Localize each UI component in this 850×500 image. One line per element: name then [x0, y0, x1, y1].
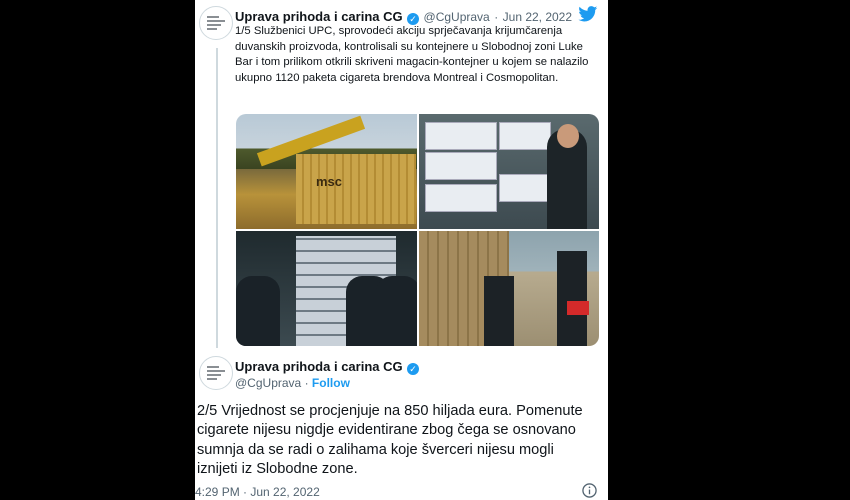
container-logo: msc: [316, 174, 343, 189]
tweet1-text: 1/5 Službenici UPC, sprovodeći akciju sp…: [235, 25, 589, 84]
follow-link[interactable]: Follow: [312, 376, 350, 390]
author-handle[interactable]: @CgUprava: [424, 10, 490, 24]
avatar[interactable]: [199, 6, 233, 40]
tweet2-subheader: @CgUprava · Follow: [235, 376, 350, 390]
agency-logo-icon: [207, 366, 225, 380]
separator: ·: [304, 376, 309, 390]
author-name[interactable]: Uprava prihoda i carina CG: [235, 359, 403, 374]
author-handle[interactable]: @CgUprava: [235, 376, 301, 390]
photo-container-crane[interactable]: msc: [236, 114, 417, 229]
embedded-tweet-card: Uprava prihoda i carina CG ✓ @CgUprava ·…: [195, 0, 608, 500]
photo-container-inspection[interactable]: [418, 231, 599, 346]
avatar[interactable]: [199, 356, 233, 390]
shipping-container: [296, 154, 416, 224]
photo-grid: msc: [236, 114, 599, 346]
twitter-bird-icon[interactable]: [578, 6, 598, 22]
officer-head: [557, 124, 579, 148]
agency-logo-icon: [207, 16, 225, 30]
tweet2-text: 2/5 Vrijednost se procjenjuje na 850 hil…: [197, 403, 583, 478]
red-folder: [567, 301, 589, 315]
tweet-date[interactable]: Jun 22, 2022: [503, 10, 572, 24]
tweet-timestamp[interactable]: 4:29 PM · Jun 22, 2022: [195, 485, 320, 499]
separator: ·: [494, 10, 499, 24]
tweet2-header: Uprava prihoda i carina CG ✓: [235, 358, 420, 376]
thread-line: [216, 48, 218, 348]
author-name[interactable]: Uprava prihoda i carina CG: [235, 9, 403, 24]
photo-warehouse-officers[interactable]: [236, 231, 417, 346]
info-icon[interactable]: [582, 483, 597, 498]
photo-officer-boxes[interactable]: [418, 114, 599, 229]
verified-badge-icon: ✓: [407, 363, 420, 375]
